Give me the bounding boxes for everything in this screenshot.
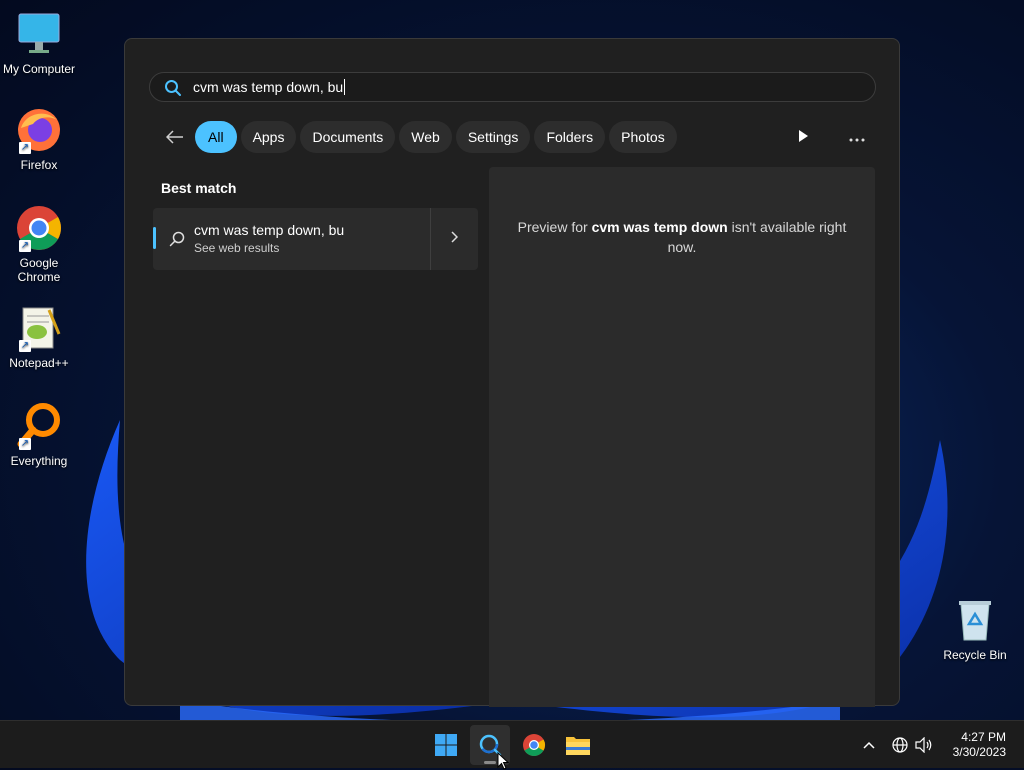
filter-web[interactable]: Web: [399, 121, 452, 153]
taskbar-chrome-button[interactable]: [514, 725, 554, 765]
filter-apps[interactable]: Apps: [240, 121, 297, 153]
best-match-result[interactable]: cvm was temp down, bu See web results: [153, 208, 478, 270]
desktop-icon-label: Recycle Bin: [943, 648, 1007, 662]
shortcut-arrow-icon: ↗: [19, 340, 31, 352]
preview-message: Preview for cvm was temp down isn't avai…: [517, 219, 847, 255]
everything-icon: ↗: [15, 402, 63, 450]
desktop-icon-label: Google Chrome: [17, 256, 61, 284]
selection-indicator: [153, 227, 156, 249]
chrome-icon: ↗: [15, 204, 63, 252]
taskbar-file-explorer-button[interactable]: [558, 725, 598, 765]
more-dots-icon: [849, 138, 865, 142]
shortcut-arrow-icon: ↗: [19, 240, 31, 252]
filter-folders[interactable]: Folders: [534, 121, 606, 153]
play-button[interactable]: [797, 129, 809, 148]
desktop-icon-notepadpp[interactable]: ↗ Notepad++: [0, 304, 78, 370]
more-options-button[interactable]: [849, 129, 865, 147]
result-subtitle: See web results: [194, 241, 280, 255]
clock-date: 3/30/2023: [952, 745, 1006, 759]
back-button[interactable]: [161, 123, 189, 151]
filter-settings[interactable]: Settings: [455, 121, 531, 153]
chevron-right-icon[interactable]: [450, 230, 459, 248]
shortcut-arrow-icon: ↗: [19, 438, 31, 450]
file-explorer-icon: [566, 737, 590, 755]
taskbar: 4:27 PM 3/30/2023: [0, 720, 1024, 768]
filter-documents[interactable]: Documents: [300, 121, 396, 153]
filter-bar: All Apps Documents Web Settings Folders …: [161, 121, 681, 153]
best-match-heading: Best match: [161, 180, 237, 196]
chrome-icon: [523, 734, 545, 756]
shortcut-arrow-icon: ↗: [19, 142, 31, 154]
preview-pane: Preview for cvm was temp down isn't avai…: [489, 167, 875, 707]
volume-icon[interactable]: [912, 737, 936, 753]
desktop-icon-everything[interactable]: ↗ Everything: [0, 402, 78, 468]
desktop-icon-my-computer[interactable]: My Computer: [0, 10, 78, 76]
monitor-icon: [15, 10, 63, 58]
preview-term: cvm was temp down: [591, 219, 728, 235]
result-divider: [430, 208, 431, 270]
notepadpp-icon: ↗: [15, 304, 63, 352]
desktop-icon-recycle-bin[interactable]: Recycle Bin: [936, 596, 1014, 662]
search-query: cvm was temp down, bu: [193, 79, 344, 95]
mouse-cursor-icon: [497, 752, 509, 770]
desktop-icon-label: My Computer: [2, 62, 76, 76]
text-caret: [344, 79, 346, 95]
search-input[interactable]: cvm was temp down, bu: [149, 72, 876, 102]
desktop-icon-label: Notepad++: [9, 356, 69, 370]
filter-all[interactable]: All: [195, 121, 237, 153]
search-icon: [164, 79, 182, 102]
desktop-icon-firefox[interactable]: ↗ Firefox: [0, 106, 78, 172]
firefox-icon: ↗: [15, 106, 63, 154]
play-icon: [799, 130, 808, 142]
system-tray: [858, 721, 936, 769]
start-icon: [435, 734, 457, 756]
active-indicator: [484, 761, 496, 764]
result-title: cvm was temp down, bu: [194, 222, 345, 238]
recycle-bin-icon: [951, 596, 999, 644]
chevron-up-icon[interactable]: [858, 741, 880, 749]
desktop-icon-chrome[interactable]: ↗ Google Chrome: [0, 204, 78, 284]
web-search-icon: [169, 231, 185, 252]
back-arrow-icon: [166, 130, 183, 144]
desktop-icon-label: Everything: [10, 454, 68, 468]
clock[interactable]: 4:27 PM 3/30/2023: [953, 730, 1006, 760]
desktop-icon-label: Firefox: [20, 158, 58, 172]
network-icon[interactable]: [888, 737, 912, 753]
start-button[interactable]: [426, 725, 466, 765]
search-panel: cvm was temp down, bu All Apps Documents…: [124, 38, 900, 707]
clock-time: 4:27 PM: [961, 730, 1006, 744]
filter-photos[interactable]: Photos: [609, 121, 677, 153]
